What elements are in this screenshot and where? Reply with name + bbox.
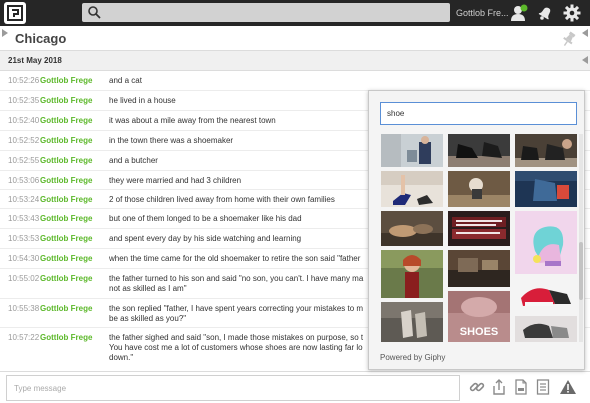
message-author[interactable]: Gottlob Frege [40, 176, 92, 185]
message-time: 10:55:38 [8, 304, 40, 313]
gif-thumbnail[interactable] [515, 316, 577, 342]
message-time: 10:57:22 [8, 333, 40, 342]
message-text: and a butcher [109, 156, 158, 165]
gif-thumbnail[interactable] [381, 171, 443, 207]
link-icon[interactable] [469, 379, 485, 397]
message-author[interactable]: Gottlob Frege [40, 116, 92, 125]
top-bar: Gottlob Fre... [0, 0, 590, 26]
message-row: 10:52:26 Gottlob Frege and a cat [0, 71, 590, 91]
message-time: 10:52:52 [8, 136, 40, 145]
message-text: he lived in a house [109, 96, 176, 105]
gif-overlay-text: SHOES [460, 326, 499, 338]
notes-icon[interactable] [535, 379, 551, 397]
collapse-left-icon[interactable] [2, 29, 8, 37]
message-text: but one of them longed to be a shoemaker… [109, 214, 302, 223]
message-author[interactable]: Gottlob Frege [40, 304, 92, 313]
message-author[interactable]: Gottlob Frege [40, 333, 92, 342]
gif-thumbnail[interactable] [515, 211, 577, 274]
message-time: 10:52:55 [8, 156, 40, 165]
search-box[interactable] [82, 3, 450, 22]
giphy-popup: SHOES Powered by Giphy [368, 90, 585, 370]
message-text: and spent every day by his side watching… [109, 234, 302, 243]
date-collapse-icon[interactable] [582, 56, 588, 64]
message-author[interactable]: Gottlob Frege [40, 254, 92, 263]
pin-icon[interactable] [561, 31, 577, 49]
gif-thumbnail[interactable] [448, 134, 510, 167]
gif-thumbnail[interactable]: SHOES [448, 291, 510, 342]
message-author[interactable]: Gottlob Frege [40, 195, 92, 204]
message-time: 10:55:02 [8, 274, 40, 283]
share-icon[interactable] [491, 379, 507, 397]
gif-thumbnail[interactable] [381, 211, 443, 246]
message-input[interactable] [6, 375, 460, 401]
message-text: it was about a mile away from the neares… [109, 116, 276, 125]
gif-thumbnail[interactable] [381, 250, 443, 298]
gif-thumbnail[interactable] [448, 250, 510, 287]
app-logo-icon[interactable] [4, 2, 26, 24]
gear-icon[interactable] [563, 4, 581, 24]
message-time: 10:53:24 [8, 195, 40, 204]
date-label: 21st May 2018 [8, 56, 62, 65]
collapse-right-icon[interactable] [582, 29, 588, 37]
message-text: the father turned to his son and said "n… [109, 274, 364, 293]
room-title: Chicago [15, 31, 67, 46]
message-text: when the time came for the old shoemaker… [109, 254, 361, 263]
gif-thumbnail[interactable] [448, 211, 510, 246]
warning-icon[interactable] [559, 379, 577, 397]
message-author[interactable]: Gottlob Frege [40, 214, 92, 223]
message-author[interactable]: Gottlob Frege [40, 76, 92, 85]
message-author[interactable]: Gottlob Frege [40, 96, 92, 105]
search-icon [87, 5, 101, 21]
giphy-results-grid[interactable]: SHOES [381, 134, 578, 342]
message-author[interactable]: Gottlob Frege [40, 156, 92, 165]
date-header: 21st May 2018 [0, 51, 590, 71]
message-author[interactable]: Gottlob Frege [40, 234, 92, 243]
gif-thumbnail[interactable] [515, 134, 577, 167]
gif-thumbnail[interactable] [515, 171, 577, 207]
giphy-scrollbar[interactable] [579, 134, 583, 342]
gif-thumbnail[interactable] [448, 171, 510, 207]
gif-thumbnail[interactable] [381, 302, 443, 342]
message-author[interactable]: Gottlob Frege [40, 274, 92, 283]
room-header: Chicago [0, 26, 590, 51]
composer-bar [0, 371, 590, 403]
message-time: 10:52:35 [8, 96, 40, 105]
message-time: 10:53:53 [8, 234, 40, 243]
message-time: 10:52:40 [8, 116, 40, 125]
message-text: in the town there was a shoemaker [109, 136, 234, 145]
gif-thumbnail[interactable] [381, 134, 443, 167]
message-time: 10:52:26 [8, 76, 40, 85]
message-text: and a cat [109, 76, 142, 85]
current-user-name[interactable]: Gottlob Fre... [456, 8, 509, 18]
message-time: 10:54:30 [8, 254, 40, 263]
user-status-icon[interactable] [510, 4, 528, 24]
message-text: the son replied "father, I have spent ye… [109, 304, 364, 323]
message-author[interactable]: Gottlob Frege [40, 136, 92, 145]
message-text: they were married and had 3 children [109, 176, 242, 185]
giphy-search-input[interactable] [380, 102, 577, 125]
gif-thumbnail[interactable] [515, 278, 577, 312]
bell-icon[interactable] [537, 5, 553, 23]
file-icon[interactable] [513, 379, 529, 397]
giphy-scroll-thumb[interactable] [579, 242, 583, 300]
message-text: the father sighed and said "son, I made … [109, 333, 364, 362]
powered-by-giphy[interactable]: Powered by Giphy [380, 353, 445, 362]
message-text: 2 of those children lived away from home… [109, 195, 335, 204]
message-time: 10:53:06 [8, 176, 40, 185]
message-time: 10:53:43 [8, 214, 40, 223]
